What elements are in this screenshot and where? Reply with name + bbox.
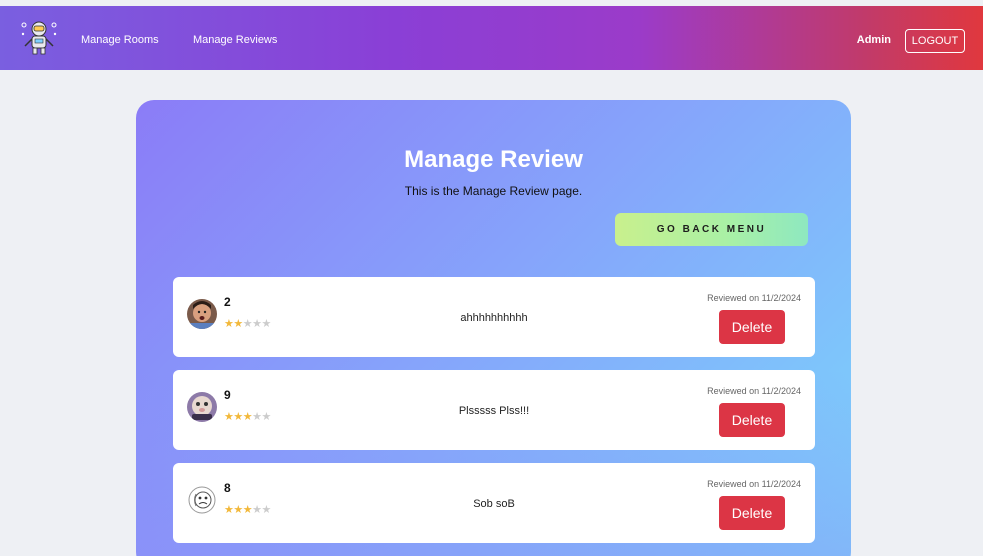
review-card: 8 ★★★★★ Sob soB Reviewed on 11/2/2024 De…: [173, 463, 815, 543]
review-rating-number: 8: [224, 481, 231, 495]
avatar: [187, 299, 217, 329]
star-filled-icon: ★: [233, 504, 243, 516]
star-empty-icon: ★: [252, 411, 262, 423]
nav-link-manage-reviews[interactable]: Manage Reviews: [193, 34, 277, 46]
review-date: Reviewed on 11/2/2024: [707, 386, 801, 396]
review-rating-number: 2: [224, 295, 231, 309]
delete-review-button[interactable]: Delete: [719, 403, 785, 437]
robot-astronaut-icon[interactable]: [20, 20, 58, 56]
star-empty-icon: ★: [242, 318, 253, 330]
star-rating: ★★★★★: [224, 410, 271, 423]
star-empty-icon: ★: [261, 411, 272, 423]
star-rating: ★★★★★: [224, 503, 271, 516]
star-filled-icon: ★: [233, 411, 243, 423]
star-filled-icon: ★: [233, 318, 243, 330]
star-empty-icon: ★: [252, 504, 262, 516]
review-rating-number: 9: [224, 388, 231, 402]
user-avatar-icon: [187, 392, 217, 422]
star-filled-icon: ★: [242, 411, 253, 423]
star-rating: ★★★★★: [224, 317, 271, 330]
star-filled-icon: ★: [224, 318, 234, 330]
user-name: Admin: [856, 34, 891, 46]
star-empty-icon: ★: [252, 318, 262, 330]
manage-review-panel: Manage Review This is the Manage Review …: [136, 100, 851, 556]
star-empty-icon: ★: [261, 318, 272, 330]
star-filled-icon: ★: [224, 411, 234, 423]
user-avatar-icon: [187, 299, 217, 329]
go-back-menu-button[interactable]: GO BACK MENU: [615, 213, 808, 246]
avatar: [187, 392, 217, 422]
page-title: Manage Review: [404, 146, 583, 173]
star-filled-icon: ★: [224, 504, 234, 516]
star-filled-icon: ★: [242, 504, 253, 516]
user-avatar-icon: [187, 485, 217, 515]
review-date: Reviewed on 11/2/2024: [707, 479, 801, 489]
nav-link-manage-rooms[interactable]: Manage Rooms: [81, 34, 159, 46]
review-date: Reviewed on 11/2/2024: [707, 293, 801, 303]
logout-button[interactable]: LOGOUT: [905, 29, 965, 53]
star-empty-icon: ★: [261, 504, 272, 516]
top-navbar: Manage Rooms Manage Reviews Admin LOGOUT: [0, 6, 983, 70]
page-subtitle: This is the Manage Review page.: [404, 184, 583, 198]
review-card: 2 ★★★★★ ahhhhhhhhhh Reviewed on 11/2/202…: [173, 277, 815, 357]
delete-review-button[interactable]: Delete: [719, 310, 785, 344]
review-card: 9 ★★★★★ Plsssss Plss!!! Reviewed on 11/2…: [173, 370, 815, 450]
delete-review-button[interactable]: Delete: [719, 496, 785, 530]
avatar: [187, 485, 217, 515]
